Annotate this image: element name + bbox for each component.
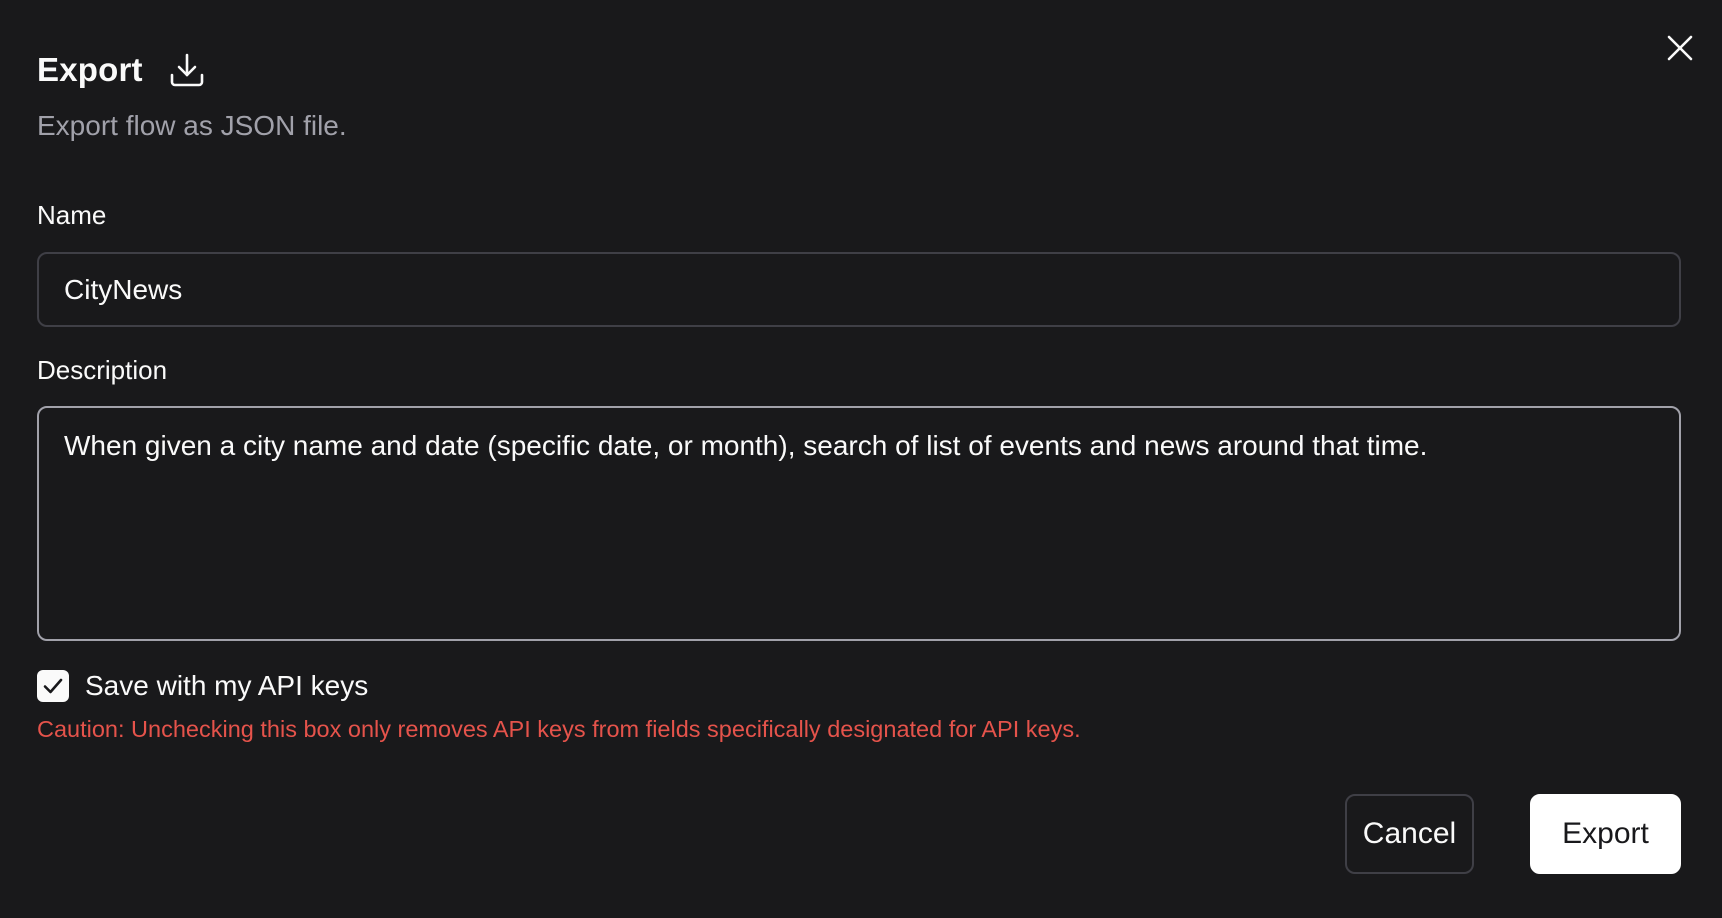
dialog-subtitle: Export flow as JSON file. — [37, 110, 347, 141]
save-api-keys-label[interactable]: Save with my API keys — [85, 670, 368, 702]
dialog-header: Export — [37, 50, 207, 90]
close-button[interactable] — [1664, 32, 1696, 64]
description-textarea[interactable]: When given a city name and date (specifi… — [37, 406, 1681, 641]
check-icon — [43, 678, 63, 694]
save-api-keys-checkbox[interactable] — [37, 670, 69, 702]
name-input[interactable] — [37, 252, 1681, 327]
save-api-keys-row: Save with my API keys — [37, 670, 368, 702]
download-icon — [167, 50, 207, 90]
caution-text: Caution: Unchecking this box only remove… — [37, 716, 1081, 742]
export-dialog: Export Export flow as JSON file. Name De… — [0, 0, 1722, 918]
cancel-button[interactable]: Cancel — [1345, 794, 1474, 874]
description-label: Description — [37, 355, 168, 385]
export-button[interactable]: Export — [1530, 794, 1681, 874]
close-icon — [1667, 35, 1693, 61]
dialog-title: Export — [37, 51, 143, 88]
name-label: Name — [37, 200, 107, 230]
